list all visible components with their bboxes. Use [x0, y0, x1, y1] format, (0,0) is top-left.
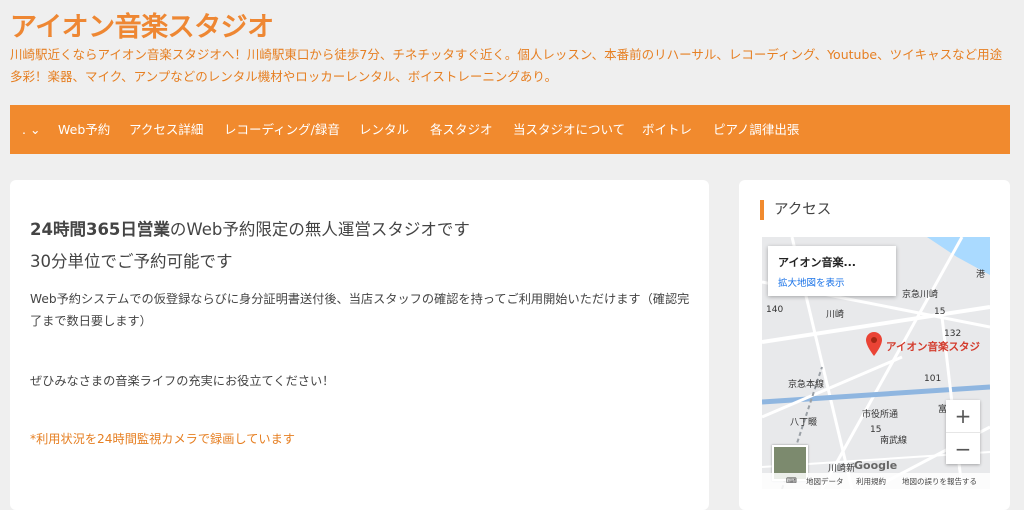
map-label-shiyakusho: 市役所通: [862, 410, 899, 420]
terms-link[interactable]: 利用規約: [856, 476, 886, 487]
lead-text: のWeb予約限定の無人運営スタジオです: [169, 220, 470, 239]
keyboard-shortcuts-icon[interactable]: ⌨: [786, 476, 797, 485]
sidebar-access-widget: アクセス アイオン音楽... 拡大地図を表示 京急川崎 川崎 八丁畷 川崎新 1…: [739, 180, 1010, 510]
map-label-kawasaki: 川崎: [826, 310, 845, 320]
nav-item-web-reservation[interactable]: Web予約: [58, 105, 110, 154]
map-zoom-controls: + −: [946, 400, 980, 464]
report-map-error-link[interactable]: 地図の誤りを報告する: [902, 476, 977, 487]
welcome-message: ぜひみなさまの音楽ライフの充実にお役立てください！: [30, 374, 335, 388]
map-label-nanbu-line: 南武線: [880, 436, 908, 446]
lead-highlight: 24時間365日営業: [30, 220, 170, 239]
map-label-route-101: 101: [924, 374, 942, 384]
map-label-route-15a: 15: [934, 307, 946, 317]
widget-title: アクセス: [774, 202, 832, 218]
map-info-popup: アイオン音楽... 拡大地図を表示: [768, 246, 896, 296]
map-label-route-132: 132: [944, 329, 962, 339]
nav-item-piano-tuning[interactable]: ピアノ調律出張: [713, 105, 799, 154]
location-marker-icon[interactable]: [866, 332, 882, 356]
map-label-minato: 港: [976, 270, 986, 280]
nav-item-studios[interactable]: 各スタジオ: [430, 105, 493, 154]
view-larger-map-link[interactable]: 拡大地図を表示: [778, 275, 845, 289]
lead-subheadline: 30分単位でご予約可能です: [30, 252, 233, 271]
map-label-route-140: 140: [766, 305, 784, 315]
site-title[interactable]: アイオン音楽スタジオ: [10, 5, 274, 44]
map-place-label: アイオン音楽スタジ: [886, 341, 980, 353]
main-navigation: . ⌄ Web予約 アクセス詳細 レコーディング/録音 レンタル 各スタジオ 当…: [10, 105, 1010, 154]
site-description: 川崎駅近くならアイオン音楽スタジオへ！川崎駅東口から徒歩7分、チネチッタすぐ近く…: [10, 47, 1003, 84]
nav-item-recording[interactable]: レコーディング/録音: [224, 105, 340, 154]
zoom-in-button[interactable]: +: [946, 400, 980, 432]
main-content: 24時間365日営業のWeb予約限定の無人運営スタジオです 30分単位でご予約可…: [10, 180, 709, 510]
map-label-hacchonawate: 八丁畷: [790, 418, 818, 428]
google-map[interactable]: アイオン音楽... 拡大地図を表示 京急川崎 川崎 八丁畷 川崎新 140 15…: [762, 237, 990, 489]
zoom-out-button[interactable]: −: [946, 432, 980, 465]
map-data-link[interactable]: 地図データ: [806, 476, 844, 487]
map-label-keikyu-line: 京急本線: [788, 380, 825, 390]
registration-notice: Web予約システムでの仮登録ならびに身分証明書送付後、当店スタッフの確認を持って…: [30, 292, 690, 328]
site-header: アイオン音楽スタジオ 川崎駅近くならアイオン音楽スタジオへ！川崎駅東口から徒歩7…: [0, 0, 1024, 105]
nav-item-about[interactable]: 当スタジオについて: [513, 105, 625, 154]
nav-item-access[interactable]: アクセス詳細: [129, 105, 203, 154]
nav-menu-toggle[interactable]: . ⌄: [22, 105, 40, 154]
nav-item-rental[interactable]: レンタル: [359, 105, 409, 154]
google-logo: Google: [854, 459, 898, 472]
map-attribution-bar: ⌨ 地図データ 利用規約 地図の誤りを報告する: [762, 473, 990, 489]
widget-accent-bar: [760, 200, 764, 220]
nav-item-voice-training[interactable]: ボイトレ: [642, 105, 692, 154]
map-label-keikyu-kawasaki: 京急川崎: [902, 290, 939, 300]
lead-headline: 24時間365日営業のWeb予約限定の無人運営スタジオです: [30, 216, 470, 240]
popup-place-name: アイオン音楽...: [778, 256, 856, 269]
camera-notice: *利用状況を24時間監視カメラで録画しています: [30, 432, 295, 446]
